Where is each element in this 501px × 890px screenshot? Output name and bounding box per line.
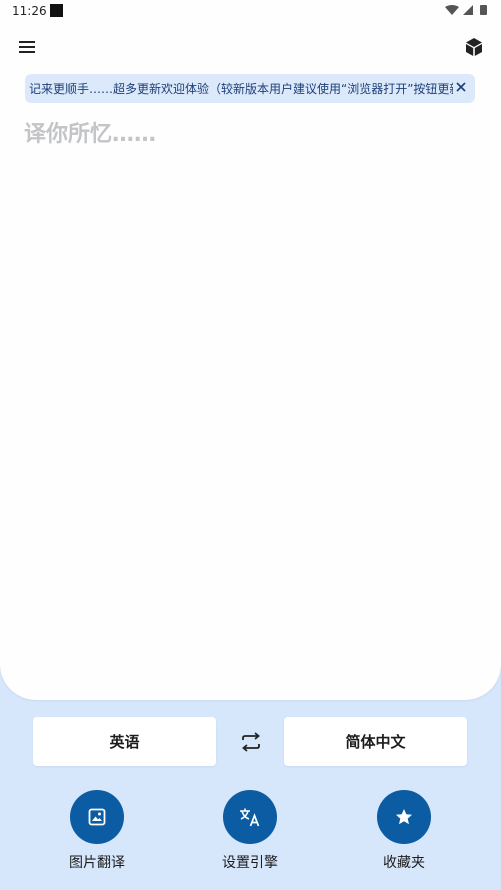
status-time: 11:26 [12, 4, 47, 18]
notification-icon [50, 4, 63, 17]
wifi-signal-battery-icon [445, 5, 487, 15]
source-language-button[interactable]: 英语 [33, 717, 216, 766]
cube-icon [466, 38, 482, 56]
app-bar [0, 28, 501, 68]
star-icon [396, 809, 412, 825]
swap-languages-button[interactable] [236, 727, 266, 757]
translation-panel [0, 0, 501, 700]
image-translate-label: 图片翻译 [69, 855, 125, 871]
image-icon [88, 808, 106, 826]
close-icon [456, 82, 466, 92]
notice-text: 记来更顺手……超多更新欢迎体验（较新版本用户建议使用“浏览器打开”按钮更新）。 [29, 82, 453, 96]
menu-button[interactable] [9, 29, 45, 65]
menu-icon [19, 41, 35, 53]
translate-icon [240, 808, 260, 827]
engine-settings-button[interactable] [223, 790, 277, 844]
image-translate-action[interactable]: 图片翻译 [52, 790, 142, 880]
system-icons [445, 4, 491, 19]
target-language-button[interactable]: 简体中文 [284, 717, 467, 766]
status-bar: 11:26 [0, 0, 501, 22]
favorites-action[interactable]: 收藏夹 [359, 790, 449, 880]
cube-button[interactable] [456, 29, 492, 65]
favorites-button[interactable] [377, 790, 431, 844]
image-translate-button[interactable] [70, 790, 124, 844]
translation-input[interactable] [24, 114, 474, 154]
swap-icon [242, 732, 260, 752]
notice-banner: 记来更顺手……超多更新欢迎体验（较新版本用户建议使用“浏览器打开”按钮更新）。 [25, 74, 475, 103]
banner-close-button[interactable] [452, 78, 470, 96]
engine-settings-label: 设置引擎 [222, 855, 278, 871]
favorites-label: 收藏夹 [383, 855, 425, 871]
engine-settings-action[interactable]: 设置引擎 [205, 790, 295, 880]
